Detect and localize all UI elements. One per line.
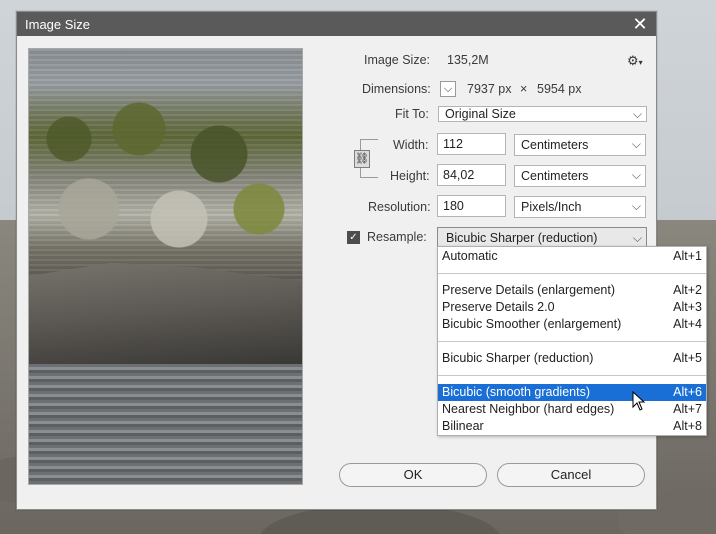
chevron-down-icon: ⌵	[632, 107, 642, 121]
chevron-down-icon: ⌵	[631, 137, 641, 151]
dialog-title: Image Size	[25, 17, 91, 32]
menu-item-automatic[interactable]: Automatic Alt+1	[438, 248, 706, 265]
resolution-input[interactable]: 180	[437, 195, 506, 217]
mouse-pointer-icon	[632, 391, 646, 411]
resolution-unit-select[interactable]: Pixels/Inch ⌵	[514, 196, 646, 218]
width-unit-select[interactable]: Centimeters ⌵	[514, 134, 646, 156]
dimensions-height: 5954 px	[537, 82, 582, 96]
ok-button[interactable]: OK	[339, 463, 487, 487]
preview-water	[29, 364, 302, 484]
chevron-down-icon: ⌵	[632, 231, 642, 245]
title-bar: Image Size ✕	[17, 12, 656, 36]
menu-item-preserve-details-2[interactable]: Preserve Details 2.0 Alt+3	[438, 299, 706, 316]
constrain-proportions-link-icon[interactable]: ⛓	[354, 150, 370, 168]
close-icon[interactable]: ✕	[630, 14, 650, 34]
dimensions-width: 7937 px	[467, 82, 512, 96]
gear-icon[interactable]: ⚙▾	[627, 53, 643, 69]
fit-to-select[interactable]: Original Size ⌵	[438, 106, 647, 122]
menu-separator	[438, 341, 706, 342]
width-unit-value: Centimeters	[521, 138, 589, 152]
chevron-down-icon: ⌵	[631, 199, 641, 213]
width-label: Width:	[393, 138, 429, 152]
dimensions-label: Dimensions:	[362, 82, 431, 96]
image-preview[interactable]	[28, 48, 303, 485]
preview-rock	[29, 262, 302, 364]
menu-item-bicubic-smooth-gradients[interactable]: Bicubic (smooth gradients) Alt+6	[438, 384, 706, 401]
menu-item-bilinear[interactable]: Bilinear Alt+8	[438, 418, 706, 435]
preview-vegetation	[29, 99, 302, 249]
fit-to-label: Fit To:	[395, 107, 429, 121]
resample-dropdown-menu: Automatic Alt+1 Preserve Details (enlarge…	[437, 246, 707, 436]
resolution-unit-value: Pixels/Inch	[521, 200, 582, 214]
dimensions-times: ×	[520, 82, 528, 96]
width-input[interactable]: 112	[437, 133, 506, 155]
height-unit-select[interactable]: Centimeters ⌵	[514, 165, 646, 187]
height-unit-value: Centimeters	[521, 169, 589, 183]
image-size-label: Image Size:	[364, 53, 431, 67]
dimensions-dropdown-icon[interactable]: ⌵	[440, 81, 456, 97]
menu-item-nearest-neighbor[interactable]: Nearest Neighbor (hard edges) Alt+7	[438, 401, 706, 418]
resample-value: Bicubic Sharper (reduction)	[446, 231, 598, 245]
menu-separator	[438, 375, 706, 376]
resample-label: Resample:	[367, 230, 427, 244]
chevron-down-icon: ⌵	[631, 168, 641, 182]
image-size-value: 135,2M	[447, 53, 489, 67]
fit-to-value: Original Size	[445, 107, 516, 121]
resolution-label: Resolution:	[368, 200, 431, 214]
menu-separator	[438, 273, 706, 274]
menu-item-bicubic-sharper[interactable]: Bicubic Sharper (reduction) Alt+5	[438, 350, 706, 367]
height-label: Height:	[390, 169, 430, 183]
menu-item-preserve-details[interactable]: Preserve Details (enlargement) Alt+2	[438, 282, 706, 299]
height-input[interactable]: 84,02	[437, 164, 506, 186]
resample-checkbox[interactable]: ✓	[347, 231, 360, 244]
menu-item-bicubic-smoother[interactable]: Bicubic Smoother (enlargement) Alt+4	[438, 316, 706, 333]
cancel-button[interactable]: Cancel	[497, 463, 645, 487]
